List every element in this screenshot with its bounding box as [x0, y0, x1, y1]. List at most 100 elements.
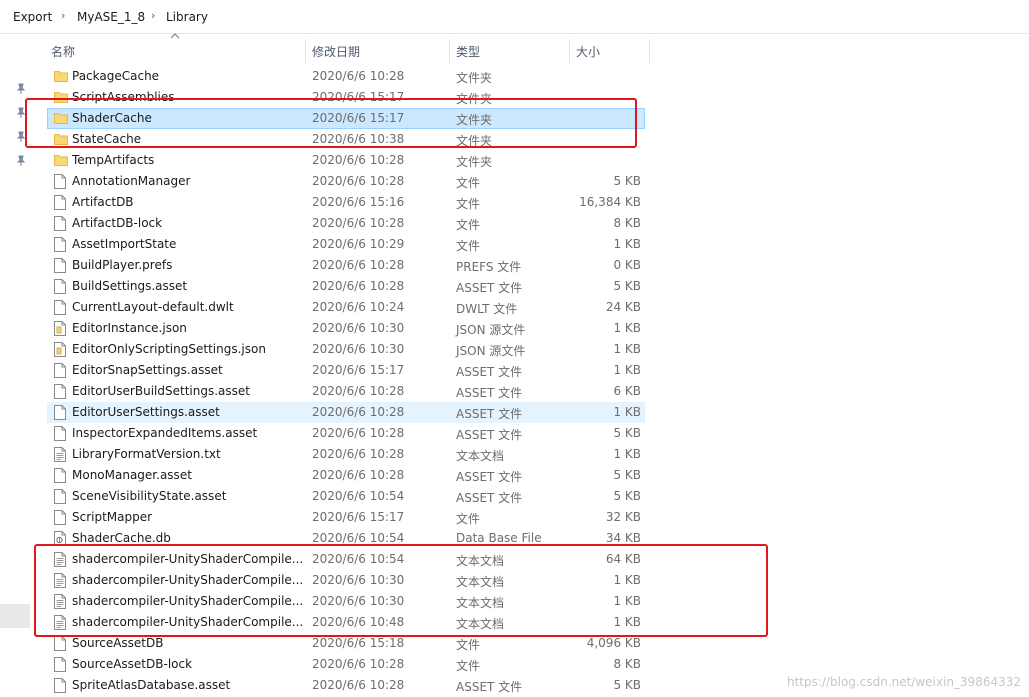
nav-selected-item[interactable] — [0, 604, 30, 628]
file-row[interactable]: EditorOnlyScriptingSettings.json 2020/6/6… — [47, 339, 645, 360]
file-name: InspectorExpandedItems.asset — [72, 426, 258, 440]
chevron-right-icon[interactable]: › — [151, 9, 155, 22]
file-size: 0 KB — [613, 258, 641, 272]
file-row[interactable]: BuildSettings.asset 2020/6/6 10:28 ASSET 文… — [47, 276, 645, 297]
file-row[interactable]: LibraryFormatVersion.txt 2020/6/6 10:28 文本… — [47, 444, 645, 465]
file-row[interactable]: BuildPlayer.prefs 2020/6/6 10:28 PREFS 文件 0… — [47, 255, 645, 276]
file-row[interactable]: AnnotationManager 2020/6/6 10:28 文件 5 KB — [47, 171, 645, 192]
file-icon — [54, 174, 68, 190]
file-icon — [54, 384, 68, 400]
column-type[interactable]: 类型 — [456, 43, 480, 60]
file-name: SourceAssetDB-lock — [72, 657, 193, 671]
file-row[interactable]: SourceAssetDB-lock 2020/6/6 10:28 文件 8 KB — [47, 654, 645, 675]
file-type: ASSET 文件 — [456, 407, 523, 421]
file-date: 2020/6/6 15:18 — [312, 636, 405, 650]
file-name: ArtifactDB — [72, 195, 134, 209]
file-row[interactable]: ArtifactDB-lock 2020/6/6 10:28 文件 8 KB — [47, 213, 645, 234]
file-icon — [54, 510, 68, 526]
file-icon — [54, 279, 68, 295]
file-name: BuildPlayer.prefs — [72, 258, 173, 272]
address-bar[interactable]: Export › MyASE_1_8 › Library — [0, 0, 1029, 34]
file-date: 2020/6/6 10:28 — [312, 678, 405, 692]
column-divider[interactable] — [449, 39, 450, 63]
column-date[interactable]: 修改日期 — [312, 43, 360, 60]
breadcrumb-library[interactable]: Library — [166, 10, 208, 24]
file-date: 2020/6/6 10:24 — [312, 300, 405, 314]
file-icon — [54, 426, 68, 442]
file-name: AssetImportState — [72, 237, 177, 251]
file-size: 4,096 KB — [586, 636, 641, 650]
file-name: EditorSnapSettings.asset — [72, 363, 223, 377]
file-size: 6 KB — [613, 384, 641, 398]
file-size: 24 KB — [605, 300, 641, 314]
file-type: ASSET 文件 — [456, 470, 523, 484]
text-file-icon — [54, 447, 68, 463]
file-size: 1 KB — [613, 363, 641, 377]
file-row[interactable]: ArtifactDB 2020/6/6 15:16 文件 16,384 KB — [47, 192, 645, 213]
file-type: ASSET 文件 — [456, 386, 523, 400]
pin-icon[interactable] — [15, 155, 27, 167]
file-row[interactable]: PackageCache 2020/6/6 10:28 文件夹 — [47, 66, 645, 87]
pin-icon[interactable] — [15, 83, 27, 95]
chevron-right-icon[interactable]: › — [61, 9, 65, 22]
file-type: ASSET 文件 — [456, 491, 523, 505]
file-date: 2020/6/6 10:28 — [312, 258, 405, 272]
file-row[interactable]: EditorInstance.json 2020/6/6 10:30 JSON 源文… — [47, 318, 645, 339]
file-type: 文件夹 — [456, 71, 493, 85]
file-name: MonoManager.asset — [72, 468, 192, 482]
file-row[interactable]: TempArtifacts 2020/6/6 10:28 文件夹 — [47, 150, 645, 171]
file-date: 2020/6/6 10:28 — [312, 657, 405, 671]
file-size: 5 KB — [613, 489, 641, 503]
highlight-box-shadercompiler-logs — [34, 544, 768, 637]
file-type: ASSET 文件 — [456, 680, 523, 694]
file-type: 文本文档 — [456, 449, 505, 463]
file-type: 文件夹 — [456, 155, 493, 169]
file-date: 2020/6/6 10:29 — [312, 237, 405, 251]
file-row[interactable]: EditorSnapSettings.asset 2020/6/6 15:17 AS… — [47, 360, 645, 381]
breadcrumb-myase[interactable]: MyASE_1_8 — [77, 10, 145, 24]
file-type: ASSET 文件 — [456, 365, 523, 379]
column-divider[interactable] — [649, 39, 650, 63]
file-icon — [54, 468, 68, 484]
file-date: 2020/6/6 15:16 — [312, 195, 405, 209]
file-date: 2020/6/6 10:28 — [312, 279, 405, 293]
file-name: ScriptMapper — [72, 510, 153, 524]
file-type: ASSET 文件 — [456, 281, 523, 295]
file-row[interactable]: SceneVisibilityState.asset 2020/6/6 10:54… — [47, 486, 645, 507]
file-row[interactable]: AssetImportState 2020/6/6 10:29 文件 1 KB — [47, 234, 645, 255]
json-file-icon — [54, 342, 68, 358]
folder-icon — [54, 153, 68, 169]
file-icon — [54, 237, 68, 253]
file-row[interactable]: MonoManager.asset 2020/6/6 10:28 ASSET 文件 5… — [47, 465, 645, 486]
file-name: EditorInstance.json — [72, 321, 187, 335]
file-row[interactable]: ScriptMapper 2020/6/6 15:17 文件 32 KB — [47, 507, 645, 528]
file-row[interactable]: InspectorExpandedItems.asset 2020/6/6 10:… — [47, 423, 645, 444]
file-row[interactable]: EditorUserBuildSettings.asset 2020/6/6 10… — [47, 381, 645, 402]
watermark: https://blog.csdn.net/weixin_39864332 — [786, 675, 1021, 689]
breadcrumb-export[interactable]: Export — [13, 10, 52, 24]
file-date: 2020/6/6 10:28 — [312, 216, 405, 230]
column-divider[interactable] — [569, 39, 570, 63]
file-date: 2020/6/6 10:28 — [312, 174, 405, 188]
file-size: 5 KB — [613, 678, 641, 692]
file-date: 2020/6/6 10:30 — [312, 321, 405, 335]
column-name[interactable]: 名称 — [51, 43, 75, 60]
column-divider[interactable] — [305, 39, 306, 63]
file-row[interactable]: EditorUserSettings.asset 2020/6/6 10:28 AS… — [47, 402, 645, 423]
file-icon — [54, 636, 68, 652]
file-name: ShaderCache.db — [72, 531, 171, 545]
column-size[interactable]: 大小 — [576, 43, 600, 60]
file-icon — [54, 657, 68, 673]
folder-icon — [54, 69, 68, 85]
file-date: 2020/6/6 15:17 — [312, 363, 405, 377]
file-row[interactable]: CurrentLayout-default.dwlt 2020/6/6 10:24… — [47, 297, 645, 318]
file-type: Data Base File — [456, 531, 542, 545]
file-date: 2020/6/6 10:28 — [312, 447, 405, 461]
file-date: 2020/6/6 10:30 — [312, 342, 405, 356]
file-date: 2020/6/6 10:28 — [312, 405, 405, 419]
file-type: 文件 — [456, 176, 481, 190]
file-row[interactable]: SpriteAtlasDatabase.asset 2020/6/6 10:28 A… — [47, 675, 645, 696]
file-size: 32 KB — [605, 510, 641, 524]
file-type: 文件 — [456, 218, 481, 232]
file-name: AnnotationManager — [72, 174, 191, 188]
